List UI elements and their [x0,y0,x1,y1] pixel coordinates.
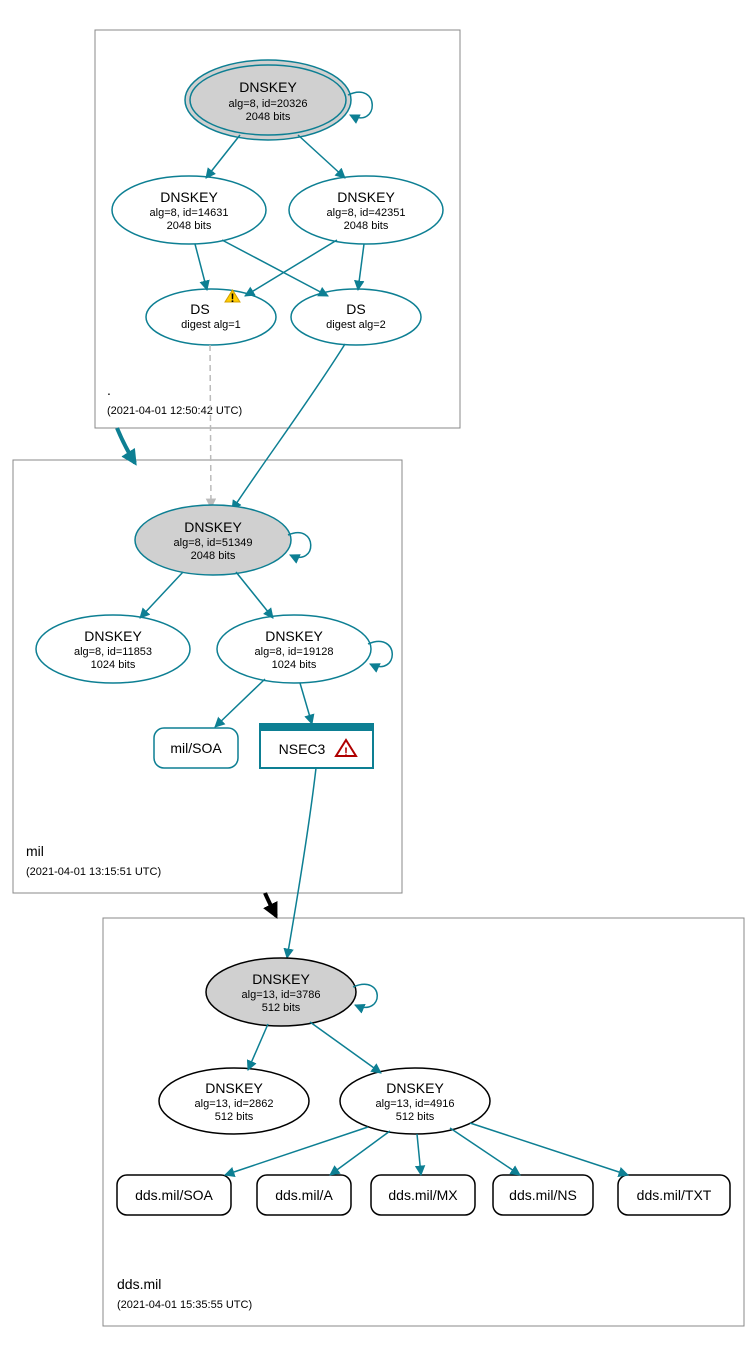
svg-text:alg=8, id=20326: alg=8, id=20326 [229,98,308,110]
root-zsk1-node: DNSKEY alg=8, id=14631 2048 bits [112,176,266,244]
dds-zsk1-node: DNSKEY alg=13, id=2862 512 bits [159,1068,309,1134]
root-ds2-node: DS digest alg=2 [291,289,421,345]
edge-mil-ksk-zsk2 [236,572,273,618]
svg-text:DNSKEY: DNSKEY [184,519,242,535]
dds-a-record: dds.mil/A [257,1175,351,1215]
svg-text:alg=13, id=3786: alg=13, id=3786 [242,989,321,1001]
edge-zsk2-nsec3 [300,683,312,724]
zone-mil-name: mil [26,843,44,859]
root-zsk2-node: DNSKEY alg=8, id=42351 2048 bits [289,176,443,244]
svg-text:alg=8, id=14631: alg=8, id=14631 [150,207,229,219]
zone-dds-timestamp: (2021-04-01 15:35:55 UTC) [117,1299,252,1311]
edge-root-ksk-zsk2 [298,135,345,178]
svg-text:digest alg=1: digest alg=1 [181,319,241,331]
svg-text:alg=8, id=51349: alg=8, id=51349 [174,537,253,549]
dds-soa-record: dds.mil/SOA [117,1175,231,1215]
svg-text:DS: DS [190,301,209,317]
svg-text:DNSKEY: DNSKEY [84,628,142,644]
edge-dds-ksk-self [353,984,377,1007]
svg-text:DNSKEY: DNSKEY [386,1080,444,1096]
dds-ns-record: dds.mil/NS [493,1175,593,1215]
svg-text:2048 bits: 2048 bits [167,220,212,232]
edge-zsk2-ds2 [358,244,364,290]
dnssec-diagram: . (2021-04-01 12:50:42 UTC) DNSKEY alg=8… [0,0,752,1347]
svg-text:alg=8, id=11853: alg=8, id=11853 [74,646,152,658]
svg-text:1024 bits: 1024 bits [91,659,136,671]
mil-ksk-node: DNSKEY alg=8, id=51349 2048 bits [135,505,291,575]
dds-txt-record: dds.mil/TXT [618,1175,730,1215]
svg-text:alg=8, id=42351: alg=8, id=42351 [327,207,406,219]
edge-zsk1-ds2 [222,240,328,296]
svg-text:1024 bits: 1024 bits [272,659,317,671]
edge-zsk2-mx [417,1134,421,1175]
edge-mil-to-dds [265,893,276,916]
edge-zsk2-ns [450,1128,520,1175]
svg-text:alg=13, id=4916: alg=13, id=4916 [376,1098,455,1110]
svg-text:DNSKEY: DNSKEY [265,628,323,644]
dds-ksk-node: DNSKEY alg=13, id=3786 512 bits [206,958,356,1026]
edge-zsk2-a [330,1131,390,1175]
svg-text:DNSKEY: DNSKEY [252,971,310,987]
edge-nsec3-ddsksk [287,768,316,958]
svg-text:mil/SOA: mil/SOA [170,740,222,756]
root-ksk-node: DNSKEY alg=8, id=20326 2048 bits [185,60,351,140]
root-ds1-node: DS digest alg=1 ! [146,289,276,345]
zone-dds-name: dds.mil [117,1276,161,1292]
edge-zsk2-soa [215,679,265,727]
edge-root-ksk-zsk1 [206,135,240,178]
mil-zsk1-node: DNSKEY alg=8, id=11853 1024 bits [36,615,190,683]
edge-mil-zsk2-self [368,641,392,666]
svg-text:!: ! [231,291,235,305]
svg-text:DNSKEY: DNSKEY [337,189,395,205]
dds-mx-record: dds.mil/MX [371,1175,475,1215]
edge-ds2-milksk [232,344,345,510]
svg-text:digest alg=2: digest alg=2 [326,319,386,331]
edge-zsk2-ds1 [245,240,337,296]
svg-text:dds.mil/A: dds.mil/A [275,1187,333,1203]
svg-text:alg=13, id=2862: alg=13, id=2862 [195,1098,274,1110]
edge-zsk2-txt [470,1123,628,1175]
svg-text:2048 bits: 2048 bits [246,111,291,123]
svg-text:dds.mil/NS: dds.mil/NS [509,1187,577,1203]
edge-root-ksk-self [348,92,372,118]
svg-text:dds.mil/TXT: dds.mil/TXT [637,1187,712,1203]
svg-text:2048 bits: 2048 bits [191,550,236,562]
svg-text:alg=8, id=19128: alg=8, id=19128 [255,646,334,658]
svg-text:!: ! [344,745,348,759]
edge-dds-ksk-zsk1 [248,1024,268,1070]
zone-root-timestamp: (2021-04-01 12:50:42 UTC) [107,405,242,417]
mil-zsk2-node: DNSKEY alg=8, id=19128 1024 bits [217,615,371,683]
zone-root-name: . [107,382,111,398]
edge-zsk1-ds1 [195,244,207,290]
mil-soa-record: mil/SOA [154,728,238,768]
svg-text:dds.mil/SOA: dds.mil/SOA [135,1187,213,1203]
edge-mil-ksk-zsk1 [140,572,183,618]
svg-text:512 bits: 512 bits [215,1111,254,1123]
svg-text:2048 bits: 2048 bits [344,220,389,232]
edge-ds1-milksk [210,345,211,508]
edge-dds-ksk-zsk2 [310,1022,381,1073]
svg-text:DNSKEY: DNSKEY [160,189,218,205]
svg-text:512 bits: 512 bits [396,1111,435,1123]
dds-zsk2-node: DNSKEY alg=13, id=4916 512 bits [340,1068,490,1134]
svg-text:DS: DS [346,301,365,317]
edge-mil-ksk-self [288,533,311,558]
svg-text:NSEC3: NSEC3 [279,741,326,757]
svg-text:DNSKEY: DNSKEY [205,1080,263,1096]
svg-text:DNSKEY: DNSKEY [239,79,297,95]
mil-nsec3-record: NSEC3 ! [260,724,373,768]
svg-text:512 bits: 512 bits [262,1002,301,1014]
svg-text:dds.mil/MX: dds.mil/MX [388,1187,458,1203]
edge-root-to-mil [117,428,135,463]
zone-mil-timestamp: (2021-04-01 13:15:51 UTC) [26,866,161,878]
